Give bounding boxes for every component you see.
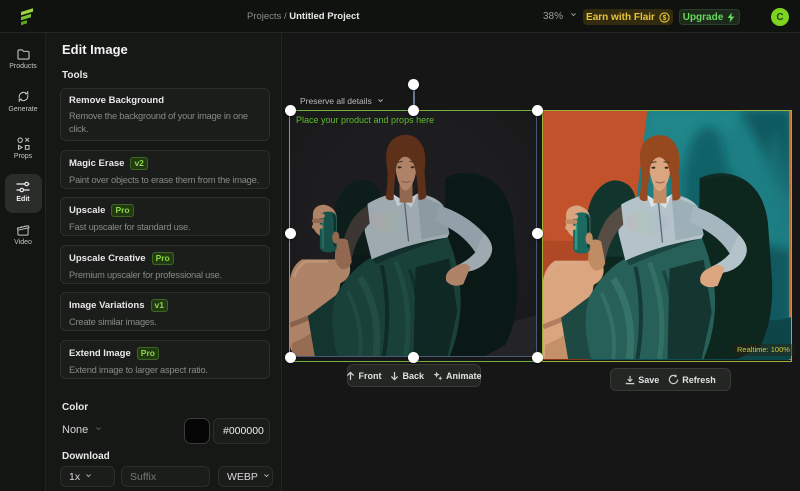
svg-text:$: $: [663, 14, 667, 21]
